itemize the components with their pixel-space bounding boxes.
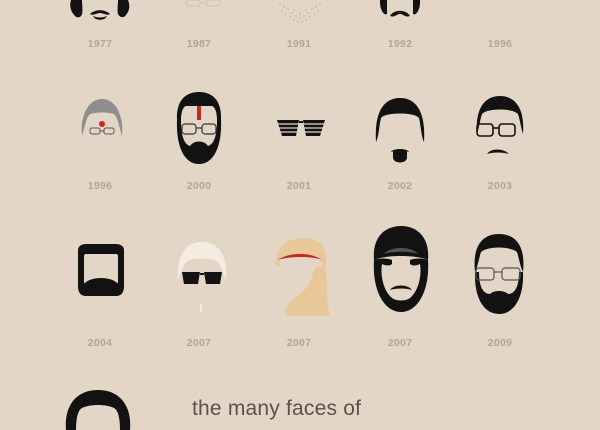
poster-caption: the many faces of [192,397,362,420]
goatee-face-icon [375,98,425,163]
year-label: 2003 [487,180,513,192]
mustache-face-icon [380,0,420,17]
square-beard-face-icon [78,244,124,296]
year-label: 2007 [186,337,212,349]
year-label: 1996 [487,38,513,50]
headscarf-face-icon [275,238,330,316]
year-label: 2009 [487,337,513,349]
year-label: 2002 [387,180,413,192]
year-label: 1977 [87,38,113,50]
glasses-faint-face-icon [185,0,221,7]
poster: 1977 1987 1991 1992 1996 1996 2000 2001 … [0,0,600,430]
year-label: 2007 [387,337,413,349]
turban-face-icon [373,226,429,312]
tilak-beard-glasses-face-icon [176,92,222,164]
stubble-beard-face-icon [279,3,321,23]
year-label: 2001 [286,180,312,192]
year-label: 2004 [87,337,113,349]
year-label: 1987 [186,38,212,50]
full-beard-glasses-face-icon [474,234,524,314]
white-hair-sunglasses-face-icon [177,242,227,312]
year-label: 2000 [186,180,212,192]
year-label: 2007 [286,337,312,349]
bindi-lady-face-icon [81,99,123,136]
year-label: 1991 [286,38,312,50]
year-label: 1996 [87,180,113,192]
curly-hair-mustache-face-icon [70,0,130,20]
shutter-shades-face-icon [277,120,325,136]
glasses-mustache-face-icon [476,96,524,154]
long-hair-face-icon [65,390,131,430]
year-label: 1992 [387,38,413,50]
